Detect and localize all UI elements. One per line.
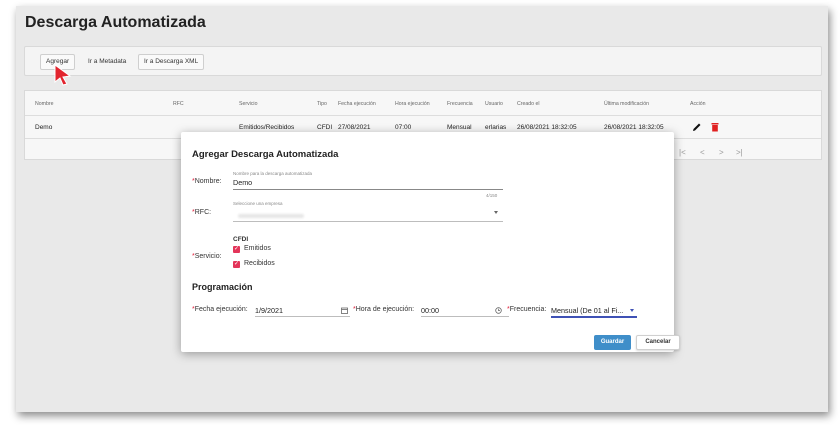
recibidos-label: Recibidos: [244, 260, 275, 267]
servicio-label-wrap: *Servicio:: [192, 253, 222, 260]
programacion-title: Programación: [192, 282, 253, 292]
frecuencia-label-wrap: *Frecuencia:: [507, 306, 546, 313]
fecha-underline: [255, 316, 350, 317]
guardar-button[interactable]: Guardar: [594, 335, 631, 350]
hora-label: Hora de ejecución:: [355, 306, 415, 313]
frecuencia-label: Frecuencia:: [509, 306, 547, 313]
servicio-group: CFDI: [233, 236, 249, 243]
calendar-icon[interactable]: [341, 307, 348, 314]
frecuencia-select[interactable]: Mensual (De 01 al Fi...: [551, 306, 623, 315]
hora-input[interactable]: 00:00: [421, 306, 439, 315]
fecha-input[interactable]: 1/9/2021: [255, 306, 283, 315]
rfc-label-wrap: *RFC:: [192, 209, 211, 216]
emitidos-label: Emitidos: [244, 245, 271, 252]
fecha-label-wrap: *Fecha ejecución:: [192, 306, 248, 313]
chevron-down-icon[interactable]: [630, 309, 634, 312]
nombre-underline: [233, 189, 503, 190]
add-dialog: Agregar Descarga Automatizada *Nombre: N…: [181, 132, 680, 352]
nombre-input[interactable]: Demo: [233, 178, 252, 187]
recibidos-checkbox[interactable]: ✓: [233, 261, 240, 268]
rfc-hint: Seleccione una empresa: [233, 201, 283, 206]
rfc-blurred-value: [238, 214, 304, 218]
cancelar-button[interactable]: Cancelar: [636, 335, 680, 350]
hora-label-wrap: *Hora de ejecución:: [353, 306, 414, 313]
emitidos-checkbox[interactable]: ✓: [233, 246, 240, 253]
frecuencia-underline: [551, 316, 637, 318]
dialog-title: Agregar Descarga Automatizada: [192, 149, 339, 160]
servicio-label: Servicio:: [194, 253, 222, 260]
hora-underline: [421, 316, 509, 317]
chevron-down-icon[interactable]: [494, 211, 498, 214]
nombre-counter: 4/150: [486, 193, 498, 198]
nombre-hint: Nombre para la descarga automatizada: [233, 171, 313, 176]
app-window: Descarga Automatizada Agregar Ir a Metad…: [16, 6, 828, 412]
fecha-label: Fecha ejecución:: [194, 306, 248, 313]
clock-icon[interactable]: [495, 307, 502, 314]
nombre-label-wrap: *Nombre:: [192, 178, 222, 185]
nombre-label: Nombre:: [194, 178, 222, 185]
rfc-label: RFC:: [194, 209, 212, 216]
rfc-select[interactable]: [233, 221, 503, 222]
